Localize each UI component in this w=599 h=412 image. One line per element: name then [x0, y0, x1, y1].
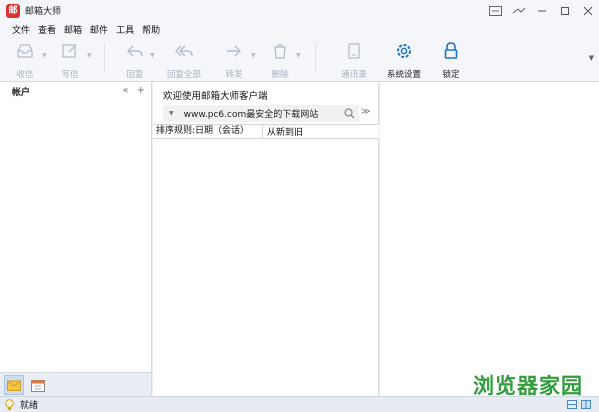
compose-button[interactable]: 写信	[50, 41, 90, 80]
reply-dropdown-icon[interactable]: ▼	[150, 52, 155, 59]
reply-all-label: 回复全部	[166, 70, 201, 80]
site-watermark: 浏览器家园	[473, 374, 583, 398]
reply-icon	[127, 45, 143, 57]
delete-dropdown-icon[interactable]: ▼	[296, 52, 301, 59]
receive-label: 收信	[16, 70, 34, 80]
mail-icon	[7, 380, 21, 391]
menu-view[interactable]: 查看	[38, 23, 56, 36]
search-bar[interactable]: ▼ www.pc6.com最安全的下载网站	[163, 105, 359, 122]
reply-all-button[interactable]: 回复全部	[164, 41, 204, 80]
toolbar-divider	[104, 43, 105, 73]
menu-mail[interactable]: 邮件	[90, 23, 108, 36]
welcome-text: 欢迎使用邮箱大师客户端	[163, 91, 268, 102]
forward-dropdown-icon[interactable]: ▼	[251, 52, 256, 59]
receive-dropdown-icon[interactable]: ▼	[42, 52, 47, 59]
calendar-view-tab[interactable]	[28, 375, 48, 395]
delete-button[interactable]: 删除	[260, 41, 300, 80]
forward-label: 转发	[225, 70, 243, 80]
trash-icon	[274, 44, 286, 59]
gear-icon	[397, 44, 411, 58]
contacts-icon	[348, 43, 360, 59]
reply-label: 回复	[126, 70, 144, 80]
toolbar-divider	[315, 43, 316, 73]
preview-pane	[380, 82, 599, 396]
calendar-icon	[31, 379, 45, 392]
reply-button[interactable]: 回复	[115, 41, 155, 80]
forward-button[interactable]: 转发	[214, 41, 254, 80]
menu-file[interactable]: 文件	[12, 23, 30, 36]
menu-mailbox[interactable]: 邮箱	[64, 23, 82, 36]
account-sidebar: 帐户 « +	[0, 82, 152, 372]
search-icon[interactable]	[344, 108, 355, 119]
title-bar: 邮 邮箱大师	[0, 0, 599, 21]
search-text: www.pc6.com最安全的下载网站	[183, 110, 319, 120]
compose-dropdown-icon[interactable]: ▼	[87, 52, 92, 59]
search-dropdown-icon[interactable]: ▼	[169, 110, 174, 117]
compose-label: 写信	[61, 70, 79, 80]
settings-label: 系统设置	[386, 70, 421, 80]
compose-icon	[62, 44, 77, 58]
menu-tools[interactable]: 工具	[116, 23, 134, 36]
column-layout-icon[interactable]	[581, 400, 591, 412]
toolbar-more-icon[interactable]: ▼	[589, 54, 594, 62]
mail-list-panel: 欢迎使用邮箱大师客户端 ▼ www.pc6.com最安全的下载网站 ≫ 排序规则…	[153, 82, 379, 396]
close-button[interactable]	[576, 0, 599, 21]
status-text: 就绪	[20, 401, 39, 411]
sort-rule-label[interactable]: 排序规则:日期（会话）	[153, 125, 263, 138]
app-logo-icon: 邮	[6, 3, 20, 18]
reply-all-icon	[175, 45, 193, 57]
collapse-sidebar-icon[interactable]: «	[122, 85, 128, 96]
toolbar: 收信 ▼ 写信 ▼ 回复 ▼ 回复全部 转发 ▼ 删除 ▼ 通讯录 系统设置 锁…	[0, 37, 599, 82]
lock-icon	[444, 42, 458, 59]
settings-button[interactable]: 系统设置	[384, 41, 424, 80]
receive-button[interactable]: 收信	[5, 41, 45, 80]
contacts-label: 通讯录	[341, 70, 367, 80]
skin-icon[interactable]	[507, 0, 530, 21]
sort-order-label[interactable]: 从新到旧	[263, 125, 303, 138]
lock-button[interactable]: 锁定	[431, 41, 471, 80]
minimize-button[interactable]	[530, 0, 553, 21]
menu-help[interactable]: 帮助	[142, 23, 160, 36]
sort-header: 排序规则:日期（会话） 从新到旧	[153, 124, 379, 139]
sidebar-bottom-bar	[0, 372, 152, 396]
lightbulb-icon	[5, 398, 14, 410]
menu-bar: 文件 查看 邮箱 邮件 工具 帮助	[0, 21, 599, 37]
contacts-button[interactable]: 通讯录	[334, 41, 374, 80]
add-account-icon[interactable]: +	[137, 85, 145, 96]
expand-chevron-icon[interactable]: ≫	[361, 107, 370, 117]
list-layout-icon[interactable]	[567, 400, 577, 412]
maximize-button[interactable]	[553, 0, 576, 21]
forward-icon	[227, 45, 241, 57]
inbox-icon	[17, 44, 33, 58]
mail-view-tab[interactable]	[4, 375, 24, 395]
app-title: 邮箱大师	[25, 7, 62, 17]
feedback-icon[interactable]	[484, 0, 507, 21]
delete-label: 删除	[271, 70, 289, 80]
lock-label: 锁定	[442, 70, 460, 80]
sidebar-title: 帐户	[12, 87, 31, 98]
